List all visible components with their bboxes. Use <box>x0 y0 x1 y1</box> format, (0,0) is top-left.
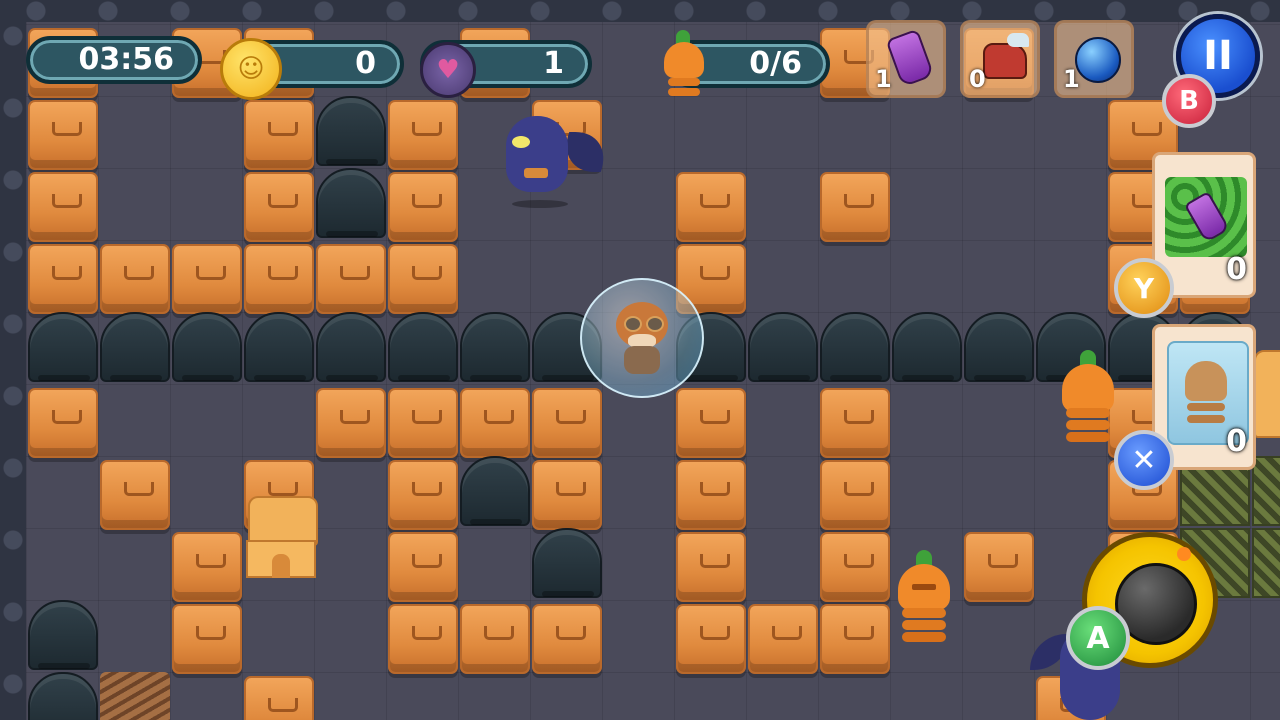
crate-block <box>244 172 314 242</box>
crate-block <box>820 460 890 530</box>
blue-orb-icon <box>1075 37 1121 83</box>
crate-block <box>964 532 1034 602</box>
x-button-label: ✕ <box>1131 442 1157 478</box>
tombstone-wall <box>460 456 530 526</box>
winged-boot-icon <box>983 43 1027 79</box>
crate-block <box>388 460 458 530</box>
crate-block <box>316 388 386 458</box>
crate-block <box>676 532 746 602</box>
player-character-in-bubble <box>580 278 704 398</box>
pause-icon: II <box>1203 33 1233 79</box>
crate-block <box>172 244 242 314</box>
crate-block <box>172 604 242 674</box>
tombstone-wall <box>388 312 458 382</box>
crate-block <box>532 604 602 674</box>
y-button[interactable]: Y <box>1114 258 1174 318</box>
crate-block <box>676 172 746 242</box>
tombstone-wall <box>820 312 890 382</box>
orb-count: 1 <box>1063 65 1080 93</box>
carrot-pickup <box>1058 350 1118 444</box>
timer-panel: 03:56 <box>26 36 202 84</box>
crate-block <box>532 460 602 530</box>
top-wall <box>0 0 1280 22</box>
carrot-icon <box>662 30 706 102</box>
tombstone-wall <box>748 312 818 382</box>
tombstone-wall <box>532 528 602 598</box>
tombstone-wall <box>244 312 314 382</box>
b-button[interactable]: B <box>1162 74 1216 128</box>
coin-icon: ☺ <box>220 38 282 100</box>
crate-block <box>244 100 314 170</box>
crate-block <box>28 388 98 458</box>
crate-block <box>244 676 314 720</box>
crate-block <box>244 244 314 314</box>
crate-block <box>28 244 98 314</box>
crate-block <box>28 100 98 170</box>
crate-block <box>388 532 458 602</box>
y-button-label: Y <box>1133 271 1155 305</box>
tombstone-wall <box>316 312 386 382</box>
hut <box>244 496 318 582</box>
crate-block <box>460 604 530 674</box>
tombstone-wall <box>28 312 98 382</box>
tombstone-wall <box>316 168 386 238</box>
crate-block <box>388 100 458 170</box>
crate-block <box>28 172 98 242</box>
crate-block <box>676 604 746 674</box>
crate-block <box>460 388 530 458</box>
player-character <box>610 296 674 376</box>
crate-block <box>172 532 242 602</box>
vine-block <box>1252 456 1280 526</box>
crate-block <box>388 244 458 314</box>
carrot-count: 0/6 <box>749 46 802 81</box>
timer-text: 03:56 <box>78 42 175 77</box>
tombstone-wall <box>316 96 386 166</box>
x-button[interactable]: ✕ <box>1114 430 1174 490</box>
tombstone-wall <box>964 312 1034 382</box>
crate-block <box>676 388 746 458</box>
a-button-label: A <box>1086 620 1110 656</box>
crate-block <box>820 532 890 602</box>
gem-count: 1 <box>543 46 564 81</box>
bat-enemy <box>502 112 616 212</box>
crate-block <box>820 604 890 674</box>
tombstone-wall <box>100 312 170 382</box>
item-slot-potion[interactable]: 1 <box>866 20 946 98</box>
purple-potion-icon <box>885 28 935 88</box>
crate-block <box>748 604 818 674</box>
b-button-label: B <box>1179 86 1199 116</box>
tombstone-wall <box>28 600 98 670</box>
crate-block <box>676 460 746 530</box>
crate-block <box>100 460 170 530</box>
boot-count: 0 <box>969 65 986 93</box>
carrot-pickup <box>894 550 954 642</box>
frozen-carrot-count: 0 <box>1226 424 1247 459</box>
item-slot-orb[interactable]: 1 <box>1054 20 1134 98</box>
crate-block <box>388 604 458 674</box>
tombstone-wall <box>28 672 98 720</box>
crate-block <box>388 172 458 242</box>
crate-block <box>820 388 890 458</box>
potion-hedge-count: 0 <box>1226 252 1247 287</box>
vine-block <box>1252 528 1280 598</box>
leaf-pile <box>100 672 170 720</box>
tombstone-wall <box>892 312 962 382</box>
gem-heart-icon: ♥ <box>420 42 476 98</box>
left-wall <box>0 0 26 720</box>
a-button[interactable]: A <box>1066 606 1130 670</box>
crate-block <box>388 388 458 458</box>
potion-count: 1 <box>875 65 892 93</box>
crate-block <box>100 244 170 314</box>
hut <box>1254 350 1280 438</box>
crate-block <box>532 388 602 458</box>
tombstone-wall <box>460 312 530 382</box>
crate-block <box>820 172 890 242</box>
tombstone-wall <box>172 312 242 382</box>
crate-block <box>316 244 386 314</box>
game-board: 03:56 0 ☺ 1 ♥ 0/6 1 0 1 II B 0 0 Y ✕ A <box>0 0 1280 720</box>
coin-count: 0 <box>355 46 376 81</box>
item-slot-boot[interactable]: 0 <box>960 20 1040 98</box>
